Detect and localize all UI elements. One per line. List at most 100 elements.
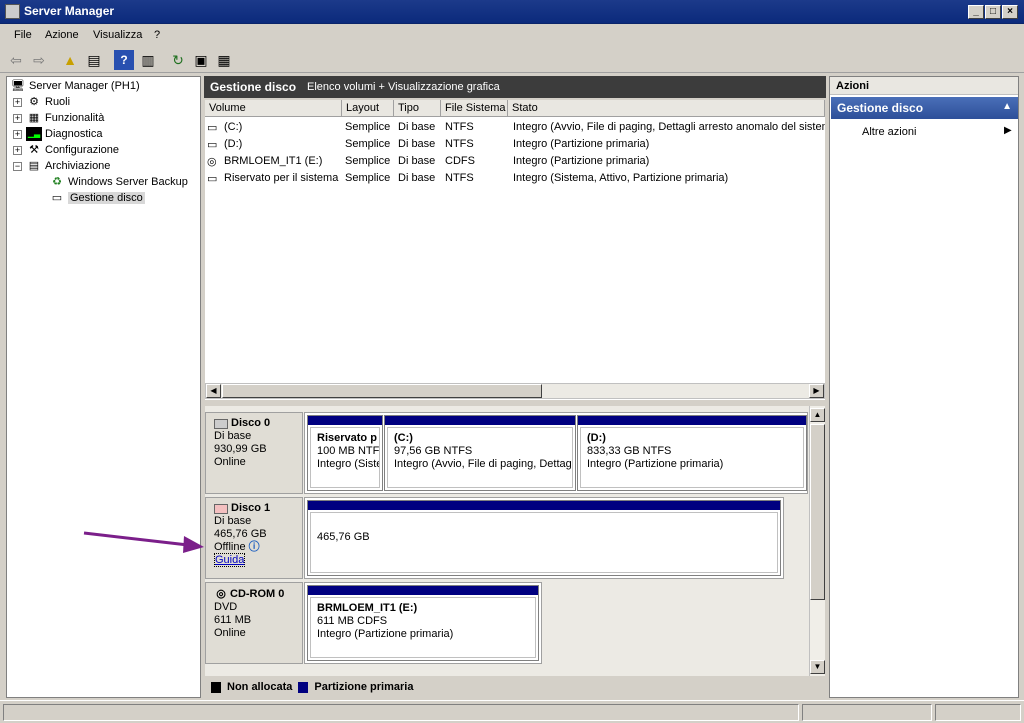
scroll-up-icon[interactable]: ▲ bbox=[810, 408, 825, 422]
tree-item-gestione-disco[interactable]: ▭ Gestione disco bbox=[49, 190, 145, 206]
column-header-layout[interactable]: Layout bbox=[342, 100, 394, 117]
disk-0-partitions: Riservato p 100 MB NTFS Integro (Siste (C:… bbox=[304, 412, 808, 494]
table-cell: Di base bbox=[398, 172, 436, 184]
partition-disk-1[interactable]: 465,76 GB bbox=[307, 500, 781, 576]
table-cell: Integro (Partizione primaria) bbox=[513, 138, 650, 150]
column-header-volume[interactable]: Volume bbox=[205, 100, 342, 117]
primary-swatch bbox=[298, 681, 309, 693]
collapse-arrow-icon[interactable]: ▲ bbox=[1002, 101, 1012, 112]
tree-item-archiviazione[interactable]: − ▤ Archiviazione bbox=[13, 158, 110, 174]
disk-type: Di base bbox=[214, 515, 252, 527]
tree-item-diagnostica[interactable]: + ▁▃ Diagnostica bbox=[13, 126, 102, 142]
menu-help[interactable]: ? bbox=[154, 29, 160, 41]
scroll-thumb[interactable] bbox=[222, 384, 542, 398]
tree-item-label: Configurazione bbox=[45, 144, 119, 156]
volume-list: Volume Layout Tipo File Sistema Stato ▭ … bbox=[205, 100, 825, 400]
menu-azione[interactable]: Azione bbox=[45, 29, 79, 41]
legend-primary: Partizione primaria bbox=[314, 681, 414, 693]
menu-visualizza[interactable]: Visualizza bbox=[93, 29, 142, 41]
up-folder-icon[interactable]: ▲ bbox=[60, 50, 80, 70]
partition-reserved[interactable]: Riservato p 100 MB NTFS Integro (Siste bbox=[307, 415, 383, 491]
close-button[interactable]: × bbox=[1002, 5, 1018, 19]
expand-icon[interactable]: + bbox=[13, 145, 22, 155]
page-title: Gestione disco bbox=[210, 80, 297, 94]
actions-section-gestione-disco[interactable]: Gestione disco ▲ bbox=[831, 97, 1018, 119]
submenu-arrow-icon[interactable]: ▶ bbox=[1004, 125, 1012, 136]
partition-c[interactable]: (C:) 97,56 GB NTFS Integro (Avvio, File di… bbox=[384, 415, 576, 491]
partition-name: BRMLOEM_IT1 (E:) bbox=[317, 602, 418, 614]
tree-item-label: Archiviazione bbox=[45, 160, 111, 172]
diagnostics-icon: ▁▃ bbox=[26, 127, 42, 141]
table-cell: Integro (Avvio, File di paging, Dettagli… bbox=[513, 121, 825, 133]
expand-icon[interactable]: + bbox=[13, 129, 22, 139]
column-header-tipo[interactable]: Tipo bbox=[394, 100, 441, 117]
cdrom-0-info[interactable]: ◎ CD-ROM 0 DVD 611 MB Online bbox=[205, 582, 303, 664]
menu-bar: File Azione Visualizza ? bbox=[0, 25, 1024, 46]
status-segment bbox=[3, 704, 799, 721]
title-bar[interactable]: Server Manager _ □ × bbox=[0, 0, 1024, 24]
partition-size: 611 MB CDFS bbox=[317, 615, 388, 627]
scroll-thumb[interactable] bbox=[810, 424, 825, 600]
table-cell: NTFS bbox=[445, 138, 474, 150]
altre-azioni-item[interactable]: Altre azioni bbox=[862, 126, 916, 138]
page-subtitle: Elenco volumi + Visualizzazione grafica bbox=[307, 81, 500, 93]
horizontal-scrollbar[interactable]: ◀ ▶ bbox=[205, 383, 825, 399]
table-cell: BRMLOEM_IT1 (E:) bbox=[224, 155, 323, 167]
maximize-button[interactable]: □ bbox=[985, 5, 1001, 19]
table-cell: NTFS bbox=[445, 121, 474, 133]
column-header-stato[interactable]: Stato bbox=[508, 100, 825, 117]
table-cell: CDFS bbox=[445, 155, 475, 167]
tree-item-ruoli[interactable]: + ⚙ Ruoli bbox=[13, 94, 70, 110]
partition-size: 100 MB NTFS bbox=[317, 445, 380, 457]
scroll-down-icon[interactable]: ▼ bbox=[810, 660, 825, 674]
actions-pane: Azioni Gestione disco ▲ Altre azioni ▶ bbox=[829, 76, 1019, 698]
disk-status: Online bbox=[214, 627, 246, 639]
actions-header: Azioni bbox=[830, 77, 1018, 95]
table-cell: Semplice bbox=[345, 121, 391, 133]
help-icon[interactable]: ? bbox=[114, 50, 134, 70]
disk-offline-icon bbox=[214, 503, 228, 514]
table-cell: Di base bbox=[398, 155, 436, 167]
tree-item-label: Ruoli bbox=[45, 96, 71, 108]
partition-name: (C:) bbox=[394, 432, 413, 444]
menu-file[interactable]: File bbox=[14, 29, 32, 41]
back-icon[interactable]: ⇦ bbox=[6, 50, 26, 70]
partition-size: 833,33 GB NTFS bbox=[587, 445, 672, 457]
vertical-scrollbar[interactable]: ▲ ▼ bbox=[809, 406, 825, 676]
tree-root[interactable]: 🖥 Server Manager (PH1) bbox=[10, 78, 140, 94]
show-hide-tree-icon[interactable]: ▤ bbox=[84, 50, 104, 70]
column-header-file-sistema[interactable]: File Sistema bbox=[441, 100, 508, 117]
disk-graphical-view: Disco 0 Di base 930,99 GB Online Riserva… bbox=[205, 406, 825, 676]
minimize-button[interactable]: _ bbox=[968, 5, 984, 19]
tree-item-configurazione[interactable]: + ⚒ Configurazione bbox=[13, 142, 119, 158]
properties-icon[interactable]: ▣ bbox=[191, 50, 211, 70]
refresh-icon[interactable]: ↻ bbox=[168, 50, 188, 70]
info-icon[interactable]: ⓘ bbox=[249, 541, 260, 553]
partition-e[interactable]: BRMLOEM_IT1 (E:) 611 MB CDFS Integro (Part… bbox=[307, 585, 539, 661]
disk-name: Disco 0 bbox=[231, 417, 271, 429]
partition-bar bbox=[308, 501, 780, 510]
help-link[interactable]: Guida bbox=[214, 553, 246, 567]
expand-icon[interactable]: + bbox=[13, 97, 22, 107]
unallocated-swatch bbox=[211, 681, 221, 693]
disk-name: CD-ROM 0 bbox=[230, 587, 285, 600]
volume-icon: ▭ bbox=[207, 139, 218, 151]
table-cell: Semplice bbox=[345, 155, 391, 167]
show-hide-actions-icon[interactable]: ▥ bbox=[138, 50, 158, 70]
tree-item-funzionalita[interactable]: + ▦ Funzionalità bbox=[13, 110, 104, 126]
collapse-icon[interactable]: − bbox=[13, 161, 22, 171]
cdrom-0-partitions: BRMLOEM_IT1 (E:) 611 MB CDFS Integro (Part… bbox=[304, 582, 542, 664]
partition-d[interactable]: (D:) 833,33 GB NTFS Integro (Partizione pr… bbox=[577, 415, 807, 491]
expand-icon[interactable]: + bbox=[13, 113, 22, 123]
table-cell: Di base bbox=[398, 121, 436, 133]
disk-0-info[interactable]: Disco 0 Di base 930,99 GB Online bbox=[205, 412, 303, 494]
scroll-right-icon[interactable]: ▶ bbox=[809, 384, 824, 398]
scroll-left-icon[interactable]: ◀ bbox=[206, 384, 221, 398]
partition-bar bbox=[578, 416, 806, 425]
disk-1-info[interactable]: Disco 1 Di base 465,76 GB Offline ⓘ Guid… bbox=[205, 497, 303, 579]
forward-icon[interactable]: ⇨ bbox=[29, 50, 49, 70]
tree-item-windows-server-backup[interactable]: ♻ Windows Server Backup bbox=[49, 174, 188, 190]
disk-type: Di base bbox=[214, 430, 252, 442]
export-icon[interactable]: ▦ bbox=[214, 50, 234, 70]
disk-icon bbox=[214, 418, 228, 429]
